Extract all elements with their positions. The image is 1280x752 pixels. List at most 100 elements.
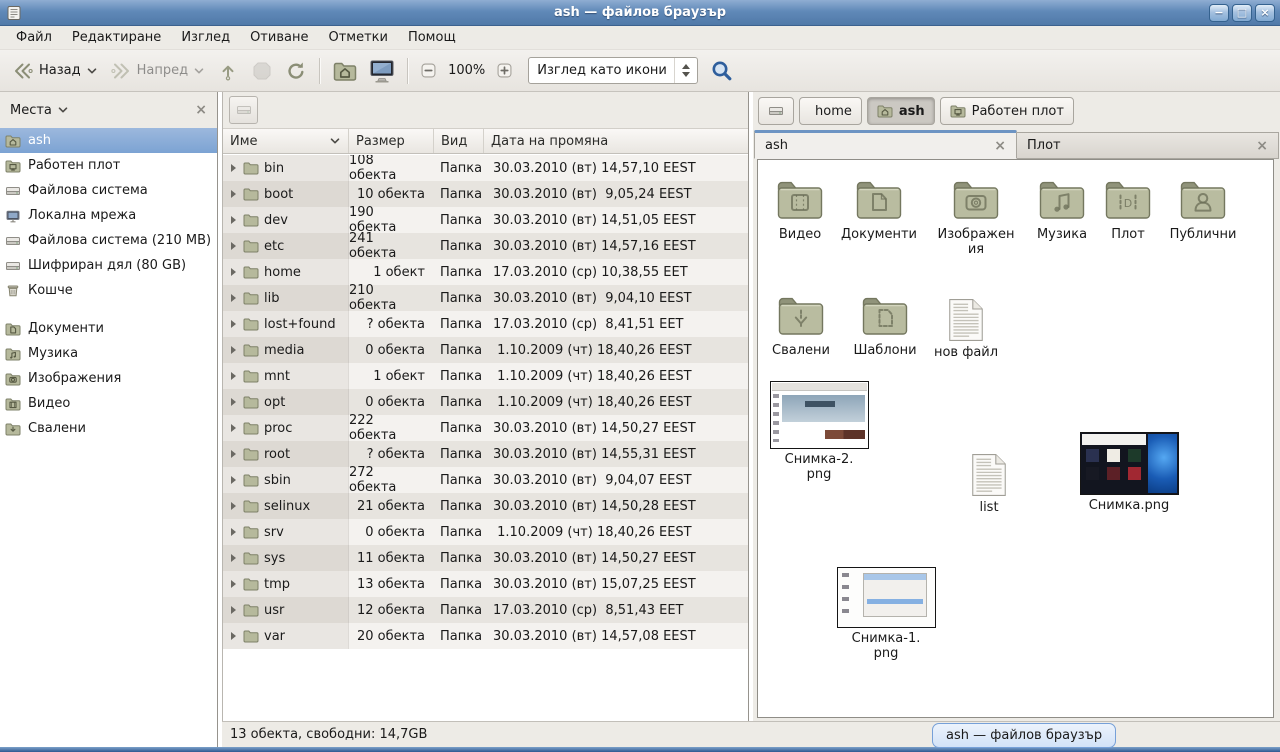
sidebar-close-icon[interactable]: × bbox=[195, 102, 207, 118]
file-row[interactable]: proc 222 обекта Папка 30.03.2010 (вт) 14… bbox=[223, 415, 748, 441]
chevron-down-icon[interactable] bbox=[57, 104, 69, 116]
icon-view-item[interactable]: Свалени bbox=[761, 286, 841, 358]
expander-icon[interactable] bbox=[231, 554, 236, 562]
file-row[interactable]: sys 11 обекта Папка 30.03.2010 (вт) 14,5… bbox=[223, 545, 748, 571]
tab-close-icon[interactable]: × bbox=[994, 138, 1006, 154]
sidebar-place-item[interactable]: Музика bbox=[0, 341, 217, 366]
sidebar-place-item[interactable]: Изображения bbox=[0, 366, 217, 391]
view-mode-select[interactable]: Изглед като икони bbox=[528, 57, 698, 84]
expander-icon[interactable] bbox=[231, 346, 236, 354]
file-row[interactable]: lost+found ? обекта Папка 17.03.2010 (ср… bbox=[223, 311, 748, 337]
sidebar-place-item[interactable]: Видео bbox=[0, 391, 217, 416]
icon-view-item[interactable]: list bbox=[949, 443, 1029, 515]
icon-view-item[interactable]: Снимка.png bbox=[1077, 432, 1181, 513]
menu-item[interactable]: Изглед bbox=[171, 27, 240, 48]
up-button[interactable] bbox=[211, 56, 245, 86]
maximize-button[interactable]: □ bbox=[1232, 4, 1252, 22]
close-button[interactable]: × bbox=[1255, 4, 1275, 22]
file-row[interactable]: var 20 обекта Папка 30.03.2010 (вт) 14,5… bbox=[223, 623, 748, 649]
icon-view-item[interactable]: нов файл bbox=[926, 288, 1006, 360]
file-row[interactable]: etc 241 обекта Папка 30.03.2010 (вт) 14,… bbox=[223, 233, 748, 259]
sidebar-place-item[interactable]: Локална мрежа bbox=[0, 203, 217, 228]
file-row[interactable]: selinux 21 обекта Папка 30.03.2010 (вт) … bbox=[223, 493, 748, 519]
home-button[interactable] bbox=[327, 55, 363, 87]
expander-icon[interactable] bbox=[231, 476, 236, 484]
file-row[interactable]: tmp 13 обекта Папка 30.03.2010 (вт) 15,0… bbox=[223, 571, 748, 597]
expander-icon[interactable] bbox=[231, 424, 236, 432]
file-row[interactable]: mnt 1 обект Папка 1.10.2009 (чт) 18,40,2… bbox=[223, 363, 748, 389]
minimize-button[interactable]: − bbox=[1209, 4, 1229, 22]
icon-view-item[interactable]: Публични bbox=[1161, 170, 1245, 242]
icon-view-item[interactable]: Снимка-2. png bbox=[767, 381, 871, 483]
file-row[interactable]: lib 210 обекта Папка 30.03.2010 (вт) 9,0… bbox=[223, 285, 748, 311]
expander-icon[interactable] bbox=[231, 528, 236, 536]
sidebar-place-item[interactable]: Шифриран дял (80 GB) bbox=[0, 253, 217, 278]
stop-button[interactable] bbox=[245, 56, 279, 86]
expander-icon[interactable] bbox=[231, 320, 236, 328]
pathbar-button[interactable]: Работен плот bbox=[940, 97, 1074, 125]
forward-button[interactable]: Напред bbox=[104, 56, 211, 86]
sidebar-place-item[interactable]: Файлова система (210 MB) bbox=[0, 228, 217, 253]
computer-button[interactable] bbox=[363, 55, 401, 87]
column-header-type[interactable]: Вид bbox=[434, 129, 484, 153]
expander-icon[interactable] bbox=[231, 242, 236, 250]
file-row[interactable]: home 1 обект Папка 17.03.2010 (ср) 10,38… bbox=[223, 259, 748, 285]
sidebar-place-item[interactable]: Кошче bbox=[0, 278, 217, 303]
file-row[interactable]: sbin 272 обекта Папка 30.03.2010 (вт) 9,… bbox=[223, 467, 748, 493]
column-header-size[interactable]: Размер bbox=[349, 129, 434, 153]
tab[interactable]: Плот × bbox=[1017, 132, 1279, 159]
root-location-button[interactable] bbox=[229, 96, 258, 124]
icon-view-item[interactable]: Шаблони bbox=[845, 286, 925, 358]
file-row[interactable]: boot 10 обекта Папка 30.03.2010 (вт) 9,0… bbox=[223, 181, 748, 207]
icon-view-item[interactable]: D Плот bbox=[1088, 170, 1168, 242]
column-header-date[interactable]: Дата на промяна bbox=[484, 129, 748, 153]
tab[interactable]: ash × bbox=[754, 130, 1017, 159]
expander-icon[interactable] bbox=[231, 294, 236, 302]
file-row[interactable]: opt 0 обекта Папка 1.10.2009 (чт) 18,40,… bbox=[223, 389, 748, 415]
menu-item[interactable]: Отметки bbox=[318, 27, 397, 48]
menu-item[interactable]: Редактиране bbox=[62, 27, 171, 48]
sidebar-place-item[interactable]: Работен плот bbox=[0, 153, 217, 178]
sidebar-place-item[interactable]: ash bbox=[0, 128, 217, 153]
expander-icon[interactable] bbox=[231, 450, 236, 458]
places-list: ash Работен плот Файлова система Локална… bbox=[0, 128, 217, 441]
sidebar-title[interactable]: Места bbox=[10, 103, 52, 118]
pathbar-button[interactable]: ash bbox=[867, 97, 935, 125]
pathbar-button[interactable]: home bbox=[799, 97, 862, 125]
expander-icon[interactable] bbox=[231, 580, 236, 588]
column-header-name[interactable]: Име bbox=[223, 129, 349, 153]
expander-icon[interactable] bbox=[231, 216, 236, 224]
expander-icon[interactable] bbox=[231, 190, 236, 198]
expander-icon[interactable] bbox=[231, 164, 236, 172]
icon-view-item[interactable]: Снимка-1. png bbox=[834, 567, 938, 662]
sidebar-place-item[interactable]: Документи bbox=[0, 316, 217, 341]
back-button[interactable]: Назад bbox=[6, 56, 104, 86]
file-row[interactable]: bin 108 обекта Папка 30.03.2010 (вт) 14,… bbox=[223, 155, 748, 181]
icon-view-item[interactable]: Изображен ия bbox=[936, 170, 1016, 258]
file-row[interactable]: dev 190 обекта Папка 30.03.2010 (вт) 14,… bbox=[223, 207, 748, 233]
pathbar-button[interactable] bbox=[758, 97, 794, 125]
expander-icon[interactable] bbox=[231, 502, 236, 510]
menu-item[interactable]: Помощ bbox=[398, 27, 466, 48]
reload-button[interactable] bbox=[279, 56, 313, 86]
icon-view-item[interactable]: Документи bbox=[837, 170, 921, 242]
chevron-down-icon[interactable] bbox=[86, 65, 98, 77]
tab-close-icon[interactable]: × bbox=[1256, 138, 1268, 154]
file-row[interactable]: usr 12 обекта Папка 17.03.2010 (ср) 8,51… bbox=[223, 597, 748, 623]
file-row[interactable]: root ? обекта Папка 30.03.2010 (вт) 14,5… bbox=[223, 441, 748, 467]
sidebar-place-item[interactable]: Свалени bbox=[0, 416, 217, 441]
sidebar-place-item[interactable]: Файлова система bbox=[0, 178, 217, 203]
zoom-out-button[interactable] bbox=[415, 59, 442, 82]
file-row[interactable]: srv 0 обекта Папка 1.10.2009 (чт) 18,40,… bbox=[223, 519, 748, 545]
search-button[interactable] bbox=[708, 57, 735, 84]
expander-icon[interactable] bbox=[231, 606, 236, 614]
zoom-in-button[interactable] bbox=[491, 59, 518, 82]
icon-view-item[interactable]: Видео bbox=[760, 170, 840, 242]
expander-icon[interactable] bbox=[231, 632, 236, 640]
expander-icon[interactable] bbox=[231, 398, 236, 406]
menu-item[interactable]: Отиване bbox=[240, 27, 318, 48]
expander-icon[interactable] bbox=[231, 268, 236, 276]
menu-item[interactable]: Файл bbox=[6, 27, 62, 48]
expander-icon[interactable] bbox=[231, 372, 236, 380]
file-row[interactable]: media 0 обекта Папка 1.10.2009 (чт) 18,4… bbox=[223, 337, 748, 363]
